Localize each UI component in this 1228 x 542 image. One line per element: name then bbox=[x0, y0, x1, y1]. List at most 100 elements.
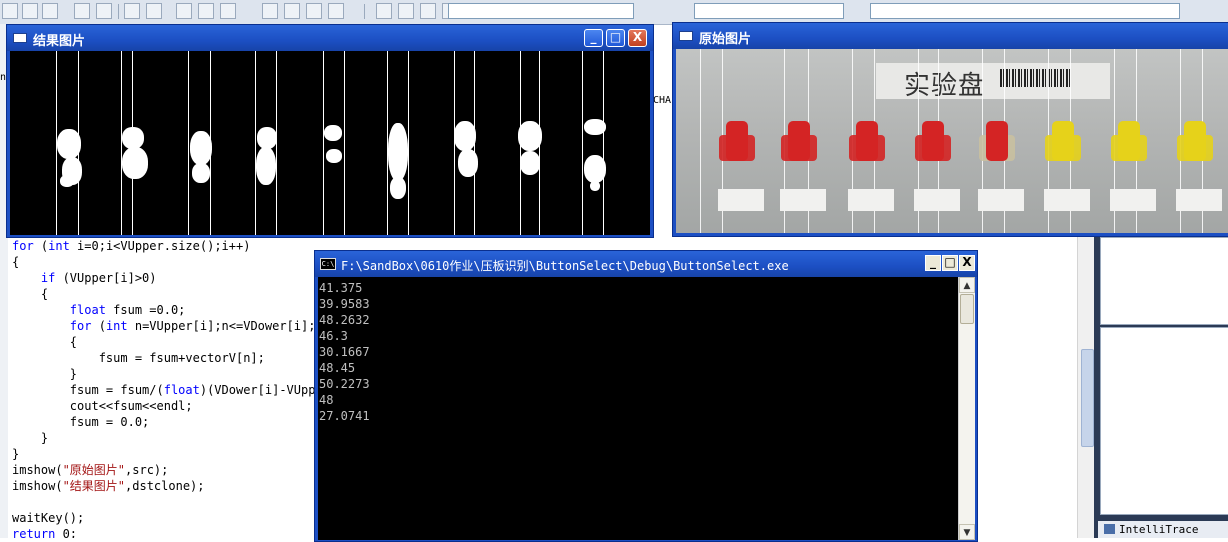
console-output-area[interactable]: 41.375 39.9583 48.2632 46.3 30.1667 48.45 50.2… bbox=[318, 277, 958, 540]
pressure-plate-button-cap bbox=[856, 121, 878, 161]
minimize-button[interactable]: _ bbox=[584, 29, 603, 47]
barcode-icon bbox=[1000, 69, 1070, 87]
code-line: } bbox=[12, 447, 20, 461]
detected-button-blob bbox=[518, 121, 542, 151]
intellitrace-label: IntelliTrace bbox=[1119, 523, 1199, 536]
bookmark-icon[interactable] bbox=[306, 3, 322, 19]
editor-scrollbar[interactable] bbox=[1077, 237, 1095, 538]
comment-icon[interactable] bbox=[124, 3, 140, 19]
console-output-line: 46.3 bbox=[319, 329, 348, 343]
button-label-plate bbox=[914, 189, 960, 211]
original-window-titlebar[interactable]: 原始图片 bbox=[673, 23, 1228, 49]
console-titlebar[interactable]: C:\ F:\SandBox\0610作业\压板识别\ButtonSelect\… bbox=[315, 251, 977, 277]
code-line: if (VUpper[i]>0) bbox=[40, 271, 157, 285]
button-label-plate bbox=[1110, 189, 1156, 211]
attach-icon[interactable] bbox=[420, 3, 436, 19]
detected-button-blob bbox=[57, 129, 81, 159]
code-line: fsum = fsum+vectorV[n]; bbox=[12, 351, 265, 365]
pressure-plate-button-cap bbox=[1184, 121, 1206, 161]
ide-side-panel-top bbox=[1100, 237, 1228, 325]
column-divider-line bbox=[603, 51, 604, 235]
tool-icon[interactable] bbox=[376, 3, 392, 19]
code-line: return 0; bbox=[12, 527, 78, 538]
button-label-plate bbox=[978, 189, 1024, 211]
code-line: fsum = 0.0; bbox=[12, 415, 150, 429]
pressure-plate-button-cap bbox=[726, 121, 748, 161]
button-label-plate bbox=[780, 189, 826, 211]
console-maximize-button[interactable]: □ bbox=[942, 255, 958, 271]
detected-button-blob bbox=[256, 147, 276, 185]
result-window-title: 结果图片 bbox=[33, 34, 86, 49]
console-output-line: 48.2632 bbox=[319, 313, 370, 327]
console-close-button[interactable]: X bbox=[959, 255, 975, 271]
pressure-plate-button-cap bbox=[986, 121, 1008, 161]
console-output-line: 48.45 bbox=[319, 361, 356, 375]
intellitrace-tab[interactable]: IntelliTrace bbox=[1098, 521, 1228, 538]
result-binary-image bbox=[10, 51, 650, 235]
console-output-line: 50.2273 bbox=[319, 377, 370, 391]
column-divider-line bbox=[344, 51, 345, 235]
help-icon[interactable] bbox=[146, 3, 162, 19]
list-icon[interactable] bbox=[96, 3, 112, 19]
code-line: } bbox=[12, 431, 49, 445]
column-divider-line bbox=[582, 51, 583, 235]
scroll-up-button[interactable]: ▲ bbox=[959, 277, 975, 293]
align-icon[interactable] bbox=[74, 3, 90, 19]
detected-button-blob bbox=[60, 175, 74, 187]
detected-button-blob bbox=[520, 151, 540, 175]
button-label-plate bbox=[1176, 189, 1222, 211]
window-icon bbox=[13, 33, 27, 43]
find-combo[interactable] bbox=[870, 3, 1180, 19]
window-icon-2[interactable] bbox=[198, 3, 214, 19]
console-scroll-thumb[interactable] bbox=[960, 294, 974, 324]
close-button[interactable]: X bbox=[628, 29, 647, 47]
original-photo: 实验盘 bbox=[676, 49, 1228, 233]
code-line: imshow("结果图片",dstclone); bbox=[12, 479, 205, 493]
code-line: } bbox=[12, 367, 78, 381]
ide-side-panel-bottom bbox=[1100, 327, 1228, 515]
console-window[interactable]: C:\ F:\SandBox\0610作业\压板识别\ButtonSelect\… bbox=[314, 250, 978, 542]
column-divider-line bbox=[255, 51, 256, 235]
pointer-icon[interactable] bbox=[2, 3, 18, 19]
original-image-window[interactable]: 原始图片 实验盘 bbox=[672, 22, 1228, 237]
pressure-plate-button-cap bbox=[1052, 121, 1074, 161]
console-minimize-button[interactable]: _ bbox=[925, 255, 941, 271]
nav-forward-icon[interactable] bbox=[284, 3, 300, 19]
bookmark-icon-2[interactable] bbox=[328, 3, 344, 19]
console-output: 41.375 39.9583 48.2632 46.3 30.1667 48.45 50.2… bbox=[319, 280, 370, 424]
console-output-line: 27.0741 bbox=[319, 409, 370, 423]
result-window-titlebar[interactable]: 结果图片 _ □ X bbox=[7, 25, 653, 51]
console-title: F:\SandBox\0610作业\压板识别\ButtonSelect\Debu… bbox=[341, 259, 789, 273]
detected-button-blob bbox=[590, 181, 600, 191]
window-icon-3[interactable] bbox=[220, 3, 236, 19]
console-output-line: 30.1667 bbox=[319, 345, 370, 359]
maximize-button[interactable]: □ bbox=[606, 29, 625, 47]
intellitrace-icon bbox=[1104, 524, 1115, 534]
code-line: imshow("原始图片",src); bbox=[12, 463, 169, 477]
detected-button-blob bbox=[458, 149, 478, 177]
indent-icon[interactable] bbox=[42, 3, 58, 19]
detected-button-blob bbox=[192, 163, 210, 183]
detected-button-blob bbox=[584, 119, 606, 135]
code-editor[interactable]: for (int i=0;i<VUpper.size();i++) { if (V… bbox=[12, 238, 318, 538]
console-output-line: 39.9583 bbox=[319, 297, 370, 311]
detected-button-blob bbox=[454, 121, 476, 151]
detected-button-blob bbox=[584, 155, 606, 183]
original-window-title: 原始图片 bbox=[699, 32, 752, 47]
nav-back-icon[interactable] bbox=[262, 3, 278, 19]
editor-scroll-thumb[interactable] bbox=[1081, 349, 1094, 447]
format-icon[interactable] bbox=[22, 3, 38, 19]
button-label-plate bbox=[848, 189, 894, 211]
code-line: waitKey(); bbox=[12, 511, 85, 525]
code-line: for (int i=0;i<VUpper.size();i++) bbox=[12, 239, 251, 253]
result-image-window[interactable]: 结果图片 _ □ X bbox=[6, 24, 654, 238]
platform-dropdown[interactable] bbox=[694, 3, 844, 19]
pressure-plate-button-cap bbox=[1118, 121, 1140, 161]
folder-icon[interactable] bbox=[398, 3, 414, 19]
console-scrollbar[interactable]: ▲ ▼ bbox=[958, 277, 975, 540]
window-icon[interactable] bbox=[176, 3, 192, 19]
pressure-plate-button-cap bbox=[788, 121, 810, 161]
solution-config-dropdown[interactable] bbox=[448, 3, 634, 19]
column-divider-line bbox=[323, 51, 324, 235]
detected-button-blob bbox=[326, 149, 342, 163]
